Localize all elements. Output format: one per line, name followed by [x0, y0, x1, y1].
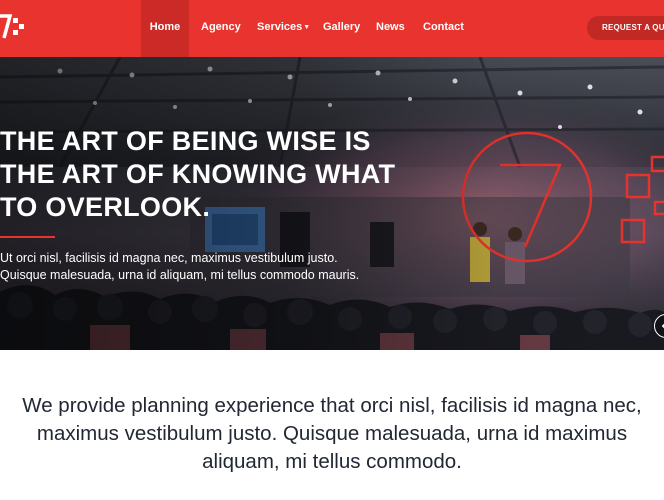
- intro-section: We provide planning experience that orci…: [0, 392, 664, 476]
- hero-title-line: THE ART OF BEING WISE IS: [0, 126, 371, 156]
- chevron-down-icon: ▼: [303, 24, 311, 31]
- hero-title: THE ART OF BEING WISE IS THE ART OF KNOW…: [0, 125, 420, 224]
- hero-slider: THE ART OF BEING WISE IS THE ART OF KNOW…: [0, 57, 664, 350]
- request-quote-button[interactable]: REQUEST A QUOTE: [587, 16, 664, 40]
- hero-divider: [0, 236, 55, 238]
- chevron-left-icon: [661, 323, 664, 329]
- intro-line: We provide planning experience that orci…: [22, 394, 642, 417]
- hero-subtitle-line: Quisque malesuada, urna id aliquam, mi t…: [0, 268, 360, 282]
- nav-item-home[interactable]: Home: [141, 0, 189, 57]
- hero-subtitle: Ut orci nisl, facilisis id magna nec, ma…: [0, 250, 420, 284]
- nav-item-news[interactable]: News: [376, 0, 405, 57]
- nav-item-contact[interactable]: Contact: [423, 0, 464, 57]
- nav-item-agency[interactable]: Agency: [201, 0, 241, 57]
- hero-subtitle-line: Ut orci nisl, facilisis id magna nec, ma…: [0, 251, 338, 265]
- intro-line: aliquam, mi tellus commodo.: [202, 450, 462, 473]
- nav-item-gallery[interactable]: Gallery: [323, 0, 360, 57]
- intro-line: maximus vestibulum justo. Quisque malesu…: [36, 422, 628, 445]
- hero-title-line: THE ART OF KNOWING WHAT: [0, 159, 396, 189]
- nav-item-services-label: Services: [257, 21, 303, 33]
- top-nav: Home Agency Services▼ Gallery News Conta…: [0, 0, 664, 57]
- hero-title-line: TO OVERLOOK.: [0, 192, 211, 222]
- nav-item-services[interactable]: Services▼: [257, 0, 310, 57]
- seven-logo-icon[interactable]: [0, 12, 26, 42]
